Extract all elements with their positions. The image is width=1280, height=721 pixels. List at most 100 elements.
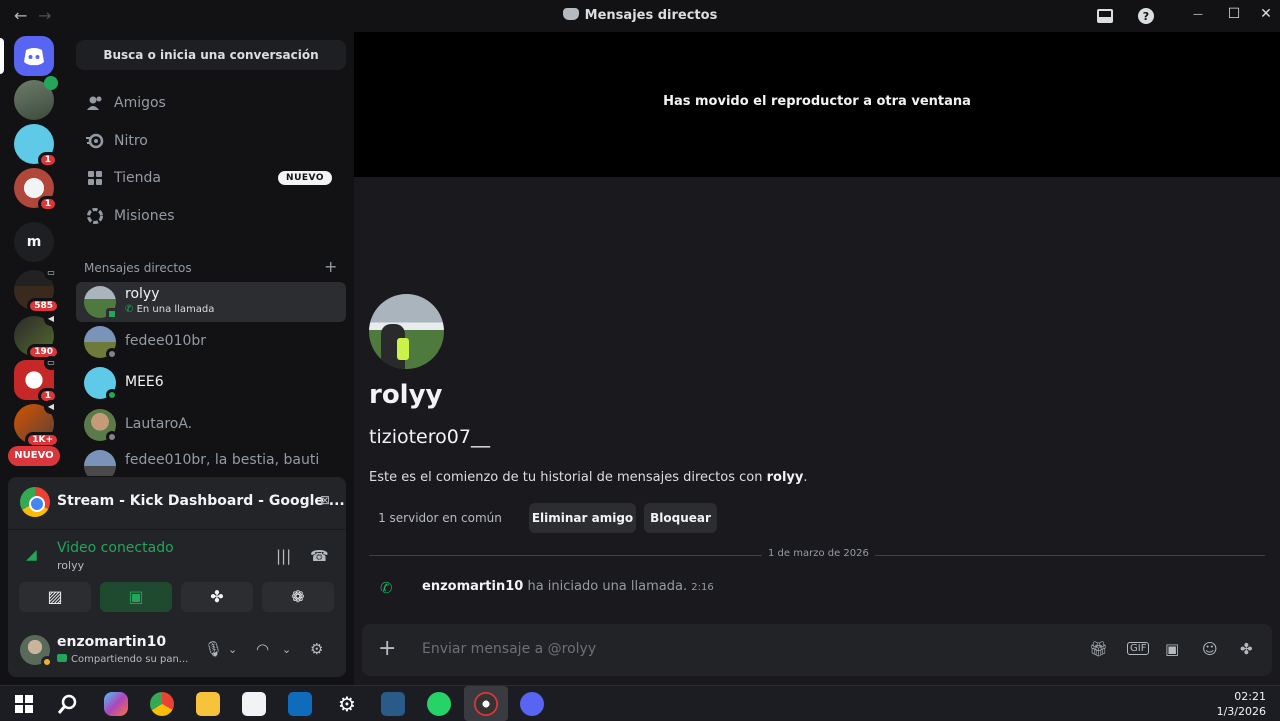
call-author[interactable]: enzomartin10 (422, 579, 523, 594)
nav-quests[interactable]: Misiones (76, 198, 346, 234)
dm-item-rolyy[interactable]: rolyy ✆ En una llamada (76, 282, 346, 322)
chrome-icon (20, 487, 50, 517)
dm-name: MEE6 (125, 374, 164, 390)
minimize-button[interactable]: — (1188, 9, 1208, 20)
dm-name: rolyy (125, 286, 160, 302)
nav-shop[interactable]: Tienda NUEVO (76, 160, 346, 196)
discord-taskbar-icon[interactable] (520, 692, 544, 716)
search-icon[interactable] (56, 692, 80, 716)
activities-button[interactable]: ✤ (181, 582, 253, 612)
chat-area: rolyy tiziotero07__ Este es el comienzo … (354, 177, 1280, 685)
settings-icon[interactable]: ⚙ (335, 692, 359, 716)
dm-item-group[interactable]: fedee010br, la bestia, bauti (76, 446, 346, 476)
soundboard-button[interactable]: ❁ (262, 582, 334, 612)
avatar (84, 450, 116, 476)
server-zone[interactable]: ◀ 1K+ (14, 400, 60, 448)
search-button[interactable]: Busca o inicia una conversación (76, 40, 346, 70)
discord-icon (562, 8, 579, 20)
voice-panel: Stream - Kick Dashboard - Google ... ⊠ ◢… (8, 477, 346, 677)
dm-section-header: Mensajes directos (84, 261, 192, 275)
attach-plus-icon[interactable]: + (378, 636, 396, 661)
nav-friends[interactable]: Amigos (76, 85, 346, 121)
date-label: 1 de marzo de 2026 (762, 548, 875, 559)
user-panel: enzomartin10 Compartiendo su pan... 🎙︎ ⌄… (8, 625, 346, 677)
user-status-text: Compartiendo su pan... (71, 654, 189, 665)
dm-item-lautaroa[interactable]: LautaroA. (76, 405, 346, 445)
copilot-icon[interactable] (104, 692, 128, 716)
offline-status-icon (106, 348, 118, 360)
signal-icon: ◢ (26, 547, 37, 563)
screen-icon: ▭ (44, 266, 58, 280)
chrome-taskbar-icon[interactable] (150, 692, 174, 716)
server-clash[interactable]: ▭ 1 (14, 356, 58, 404)
inbox-icon[interactable] (1096, 7, 1114, 25)
phone-icon: ✆ (380, 579, 393, 597)
quests-icon (87, 208, 103, 224)
mic-options-chevron-icon[interactable]: ⌄ (228, 643, 237, 656)
profile-display-name: rolyy (369, 380, 443, 410)
screen-share-button[interactable]: ▣ (100, 582, 172, 612)
windows-start-icon[interactable] (12, 692, 36, 716)
system-clock[interactable]: 02:21 1/3/2026 (1217, 689, 1266, 719)
microphone-icon[interactable]: 🎙︎ (204, 640, 223, 658)
activities-icon: ✤ (210, 587, 224, 606)
active-app-slot[interactable] (464, 686, 508, 721)
disconnect-icon[interactable]: ☎ (310, 547, 329, 565)
server-avatar: m (14, 222, 54, 262)
close-button[interactable]: ✕ (1256, 6, 1276, 22)
camera-off-button[interactable]: ▨ (19, 582, 91, 612)
remove-friend-button[interactable]: Eliminar amigo (529, 503, 636, 533)
microsoft-store-icon[interactable] (242, 692, 266, 716)
profile-avatar[interactable] (369, 294, 444, 369)
nav-nitro[interactable]: Nitro (76, 123, 346, 159)
server-imperio[interactable]: ▭ 585 (14, 266, 60, 314)
idle-status-icon (41, 656, 53, 668)
kick-app-icon[interactable] (381, 692, 405, 716)
server-m[interactable]: m (14, 222, 54, 262)
call-system-message: enzomartin10 ha iniciado una llamada. 2:… (422, 579, 714, 594)
svg-text:?: ? (1143, 10, 1149, 23)
windows-taskbar: ⚙ 02:21 1/3/2026 (0, 685, 1280, 721)
whatsapp-icon[interactable] (427, 692, 451, 716)
user-name[interactable]: enzomartin10 (57, 634, 166, 650)
gift-icon[interactable]: 🎁︎ (1089, 640, 1108, 658)
dm-name: fedee010br (125, 333, 207, 349)
server-mee6-like[interactable]: 1 (14, 124, 58, 168)
audio-options-chevron-icon[interactable]: ⌄ (282, 643, 291, 656)
message-input[interactable]: Enviar mensaje a @rolyy (422, 641, 596, 657)
server-photo[interactable]: ● (14, 76, 58, 120)
file-explorer-icon[interactable] (196, 692, 220, 716)
headphones-icon[interactable]: ◠ (256, 640, 269, 658)
outlook-icon[interactable] (288, 692, 312, 716)
dm-item-fedee010br[interactable]: fedee010br (76, 322, 346, 362)
title-bar: ← → Mensajes directos ? — ☐ ✕ (0, 0, 1280, 32)
help-icon[interactable]: ? (1137, 7, 1155, 25)
shop-icon (88, 171, 102, 185)
block-button[interactable]: Bloquear (644, 503, 717, 533)
dm-activity: ✆ En una llamada (125, 304, 214, 315)
server-icon-red[interactable]: 1 (14, 168, 58, 212)
voice-status-title[interactable]: Video conectado (57, 540, 174, 556)
user-avatar[interactable] (20, 635, 53, 668)
intro-prefix: Este es el comienzo de tu historial de m… (369, 470, 767, 485)
settings-gear-icon[interactable]: ⚙ (310, 640, 323, 658)
gif-icon[interactable]: GIF (1127, 642, 1150, 655)
apps-icon[interactable]: ✤ (1240, 640, 1253, 658)
new-unreads-pill[interactable]: NUEVO (8, 446, 60, 466)
dm-name: LautaroA. (125, 416, 193, 432)
mutual-servers-button[interactable]: 1 servidor en común (369, 503, 511, 533)
maximize-button[interactable]: ☐ (1224, 6, 1244, 22)
stream-row[interactable]: Stream - Kick Dashboard - Google ... ⊠ (20, 487, 345, 517)
home-button[interactable] (14, 36, 54, 76)
emoji-icon[interactable]: ☺ (1202, 640, 1218, 658)
noise-suppression-icon[interactable]: ||| (276, 547, 291, 565)
server-graffiti[interactable]: ◀ 190 (14, 312, 60, 360)
voice-channel-name[interactable]: rolyy (57, 559, 84, 572)
stop-stream-icon[interactable]: ⊠ (316, 493, 334, 509)
profile-username: tiziotero07__ (369, 426, 490, 448)
obs-icon (474, 692, 498, 716)
create-dm-button[interactable]: + (324, 257, 337, 276)
dm-item-mee6[interactable]: MEE6 (76, 363, 346, 403)
online-status-icon (106, 389, 118, 401)
sticker-icon[interactable]: ▣ (1165, 640, 1179, 658)
